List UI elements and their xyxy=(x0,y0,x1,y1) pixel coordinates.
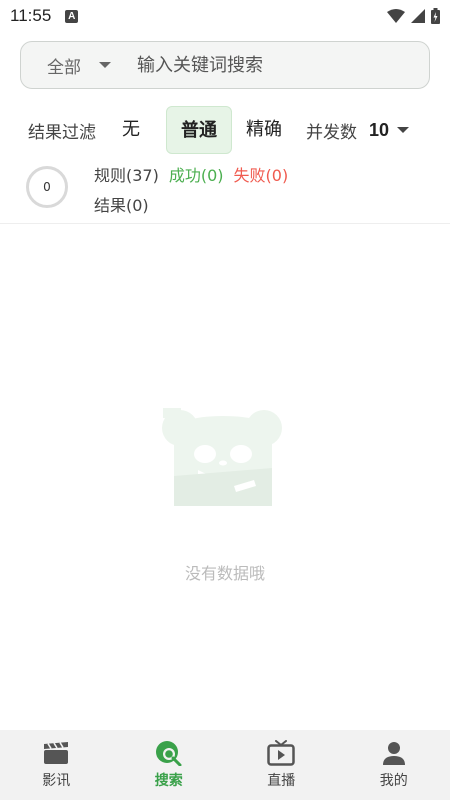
rules-count: 规则(37) xyxy=(94,166,159,185)
nav-label: 直播 xyxy=(267,773,296,789)
scope-label: 全部 xyxy=(47,57,81,78)
search-icon xyxy=(155,740,183,766)
caret-down-icon xyxy=(99,62,111,68)
nav-label: 搜索 xyxy=(154,773,183,789)
scope-dropdown[interactable]: 全部 xyxy=(47,53,111,78)
clapperboard-icon xyxy=(42,740,70,766)
battery-icon xyxy=(431,8,440,24)
search-stats: 0 规则(37) 成功(0) 失败(0) 结果(0) xyxy=(0,158,450,224)
search-bar: 全部 xyxy=(20,41,430,89)
nav-item-search[interactable]: 搜索 xyxy=(113,730,226,800)
status-time: 11:55 xyxy=(10,6,52,25)
nav-item-profile[interactable]: 我的 xyxy=(338,730,450,800)
concurrency-label: 并发数 xyxy=(306,122,357,143)
stats-counts: 规则(37) 成功(0) 失败(0) xyxy=(94,162,288,186)
wifi-icon xyxy=(387,9,405,23)
filter-row: 结果过滤 无 普通 精确 并发数 10 xyxy=(28,106,428,154)
empty-message: 没有数据哦 xyxy=(184,564,265,583)
person-icon xyxy=(380,740,408,766)
nav-label: 我的 xyxy=(379,773,408,789)
concurrency-value[interactable]: 10 xyxy=(369,120,389,141)
filter-option-exact[interactable]: 精确 xyxy=(234,106,294,154)
filter-option-normal[interactable]: 普通 xyxy=(166,106,232,154)
fail-count: 失败(0) xyxy=(233,166,289,185)
bottom-nav: 影讯 搜索 直播 我的 xyxy=(0,730,450,800)
search-input[interactable] xyxy=(137,54,377,76)
results-count: 结果(0) xyxy=(94,196,149,215)
success-count: 成功(0) xyxy=(168,166,224,185)
signal-icon xyxy=(411,9,425,23)
status-bar: 11:55 A xyxy=(0,0,450,32)
filter-option-none[interactable]: 无 xyxy=(110,106,152,154)
tv-icon xyxy=(267,740,295,766)
caret-down-icon[interactable] xyxy=(397,127,410,133)
status-icons xyxy=(387,8,440,24)
panda-empty-icon xyxy=(162,408,282,506)
notification-icon: A xyxy=(65,9,79,23)
filter-label: 结果过滤 xyxy=(28,122,96,143)
nav-item-live[interactable]: 直播 xyxy=(225,730,338,800)
nav-label: 影讯 xyxy=(42,773,71,789)
nav-item-news[interactable]: 影讯 xyxy=(0,730,113,800)
progress-ring: 0 xyxy=(26,166,68,208)
